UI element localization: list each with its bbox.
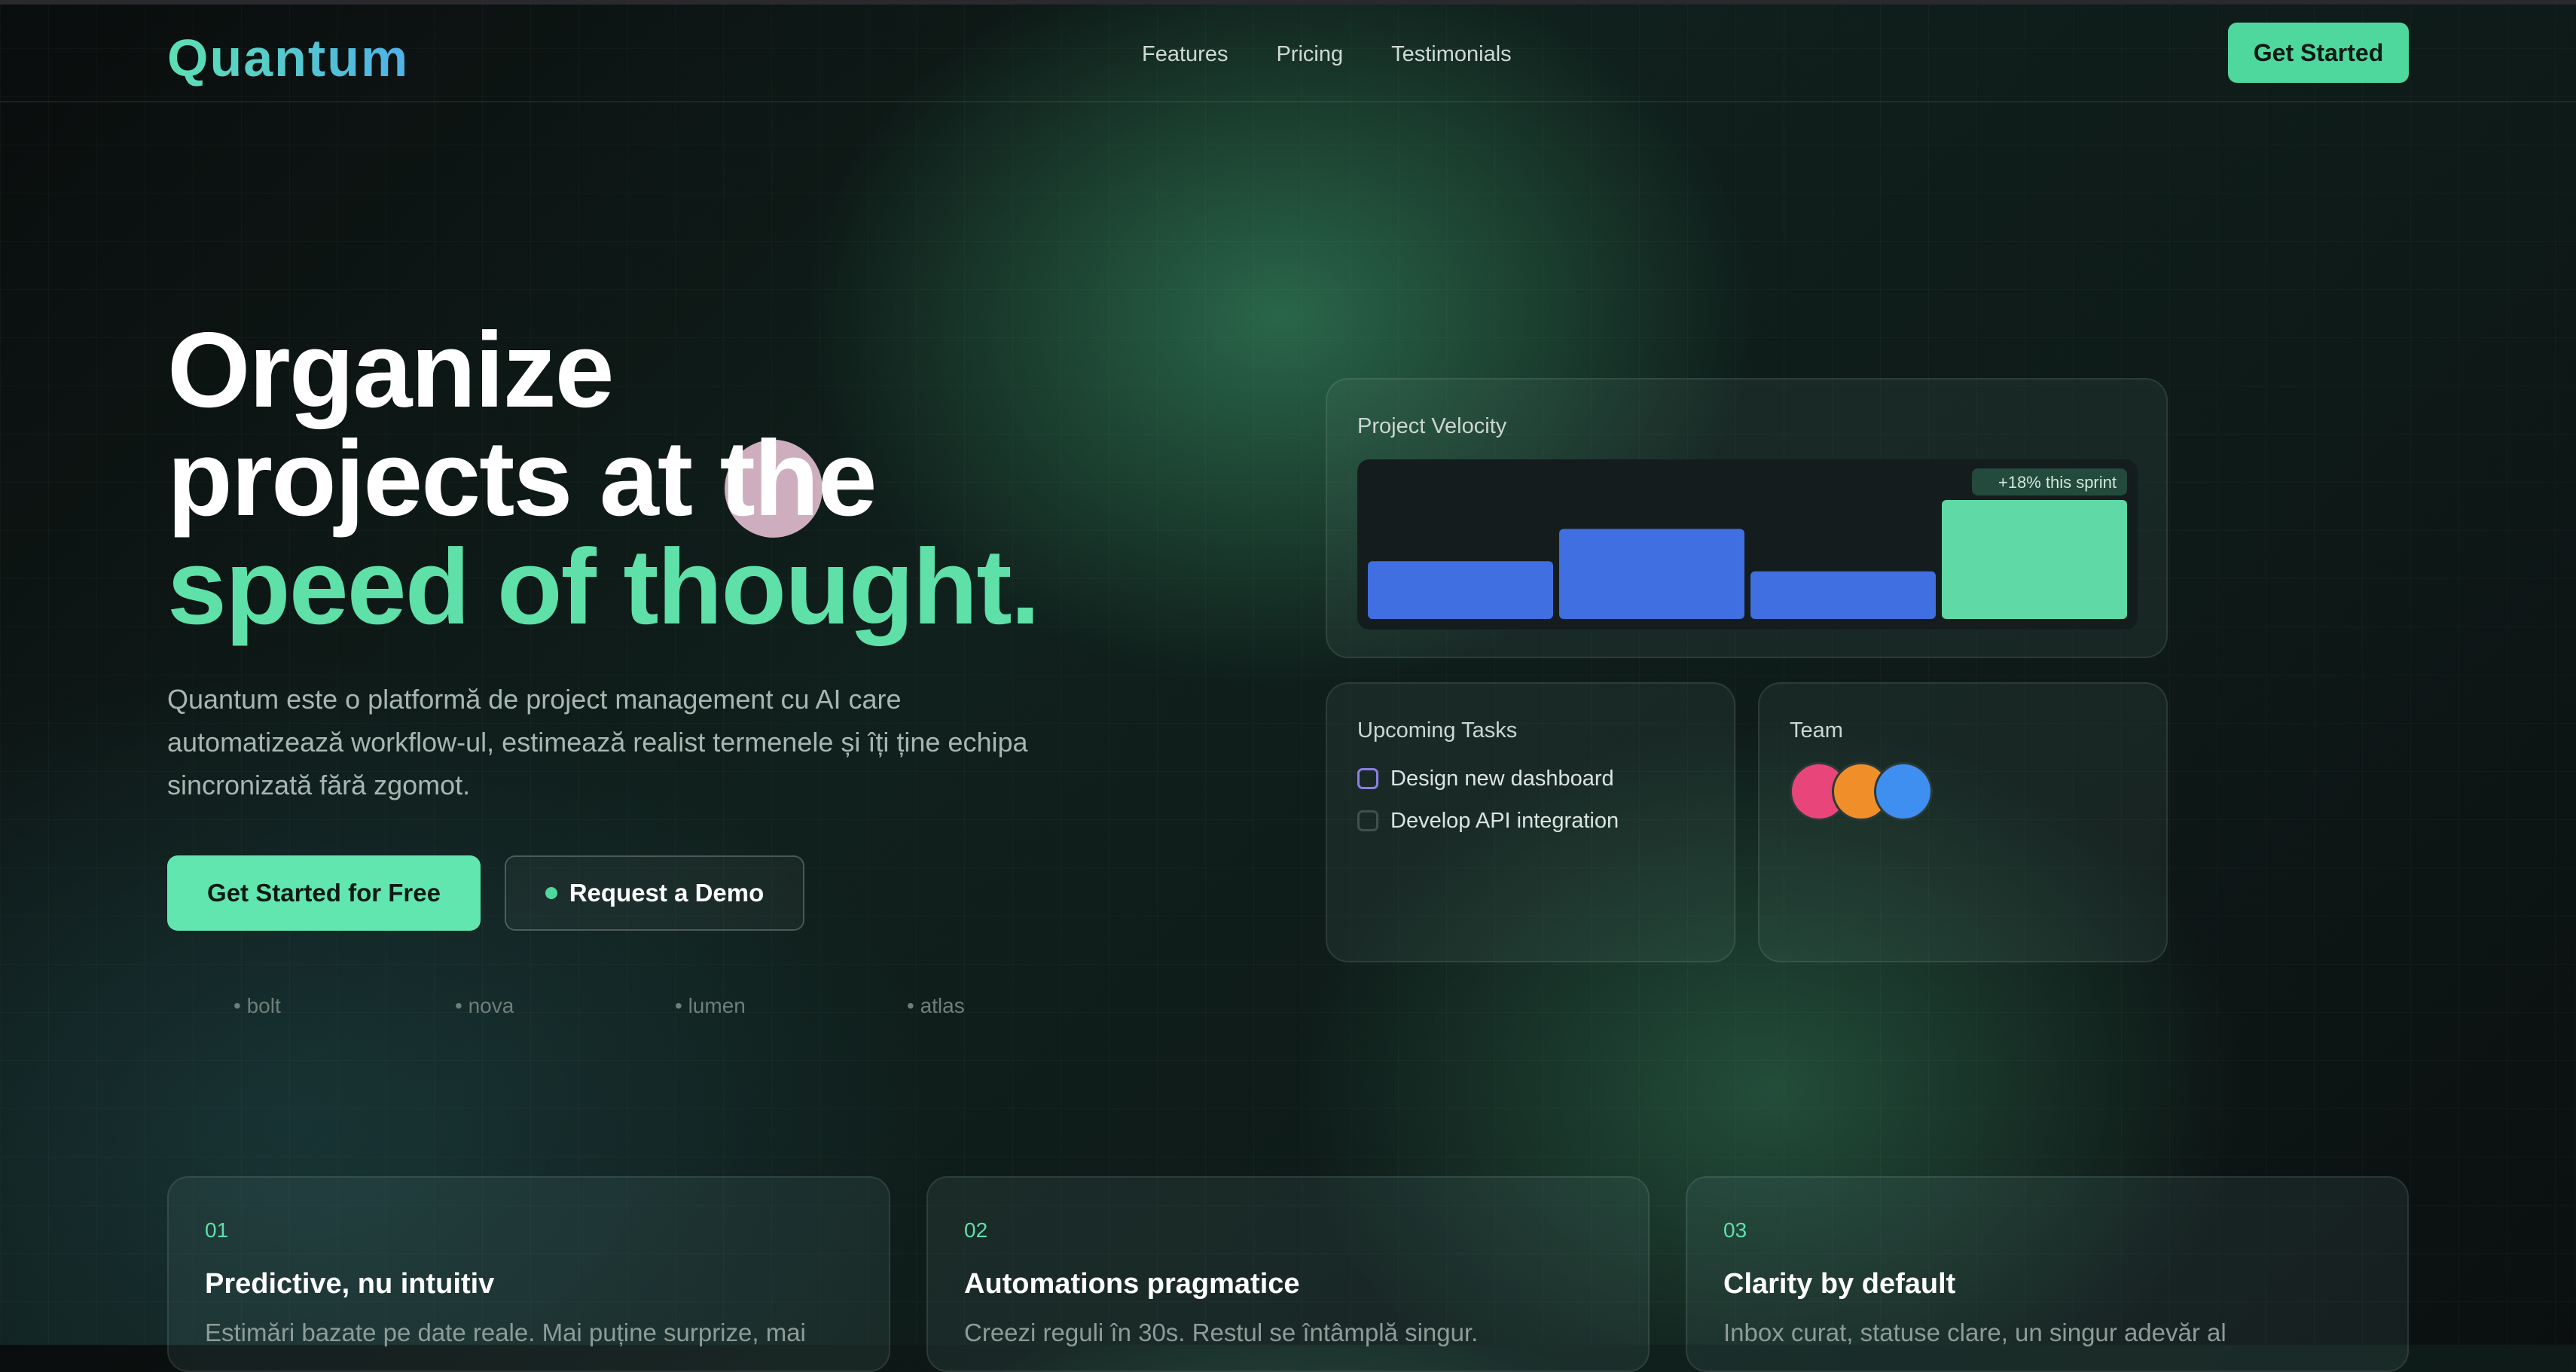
task-checkbox[interactable] — [1357, 810, 1378, 831]
task-label: Develop API integration — [1390, 809, 1619, 833]
background-grid — [0, 0, 2576, 1345]
nav-link-pricing[interactable]: Pricing — [1276, 39, 1343, 69]
status-dot-icon — [545, 887, 557, 899]
nav-links: Features Pricing Testimonials — [1142, 39, 1512, 69]
velocity-badge: +18% this sprint — [1998, 473, 2117, 492]
feature-title: Clarity by default — [1723, 1268, 1956, 1300]
feature-card: 01 Predictive, nu intuitiv Estimări baza… — [167, 1176, 890, 1372]
project-velocity-card: Project Velocity +18% this sprint — [1326, 378, 2168, 658]
client-logos: • bolt • nova • lumen • atlas — [0, 991, 1055, 1021]
client-logo-atlas: • atlas — [907, 994, 965, 1017]
tasks-card-label: Upcoming Tasks — [1357, 718, 1518, 742]
velocity-bar — [1750, 571, 1936, 619]
task-item[interactable]: Develop API integration — [1357, 806, 1619, 836]
feature-number: 03 — [1723, 1218, 1747, 1242]
feature-title: Automations pragmatice — [964, 1268, 1300, 1300]
top-navigation: Quantum Features Pricing Testimonials Ge… — [0, 5, 2576, 102]
task-item[interactable]: Design new dashboard — [1357, 764, 1614, 794]
velocity-bar — [1942, 500, 2127, 619]
get-started-button[interactable]: Get Started — [2228, 23, 2409, 83]
feature-number: 01 — [205, 1218, 229, 1242]
feature-number: 02 — [964, 1218, 988, 1242]
velocity-chart: +18% this sprint — [1357, 459, 2138, 630]
client-logo-lumen: • lumen — [675, 994, 746, 1017]
team-card-label: Team — [1790, 718, 1843, 742]
team-card: Team — [1758, 682, 2168, 962]
client-logo-nova: • nova — [455, 994, 514, 1017]
request-demo-label: Request a Demo — [569, 879, 765, 907]
request-demo-button[interactable]: Request a Demo — [505, 855, 804, 931]
task-label: Design new dashboard — [1390, 767, 1614, 791]
client-logo-bolt: • bolt — [233, 994, 281, 1017]
nav-link-features[interactable]: Features — [1142, 39, 1228, 69]
velocity-bar — [1559, 529, 1744, 619]
hero-title-line-2: projects at the — [167, 419, 877, 538]
hero-title-line-1: Organize — [167, 310, 615, 430]
avatar[interactable] — [1874, 762, 1933, 821]
velocity-chart-svg: +18% this sprint — [1368, 468, 2127, 619]
feature-card: 02 Automations pragmatice Creezi reguli … — [926, 1176, 1650, 1372]
nav-link-testimonials[interactable]: Testimonials — [1391, 39, 1512, 69]
feature-description: Inbox curat, statuse clare, un singur ad… — [1723, 1319, 2227, 1346]
hero-description: Quantum este o platformă de project mana… — [167, 684, 1028, 800]
task-checkbox[interactable] — [1357, 768, 1378, 789]
feature-description: Estimări bazate pe date reale. Mai puțin… — [205, 1319, 806, 1346]
feature-card: 03 Clarity by default Inbox curat, statu… — [1686, 1176, 2409, 1372]
hero-title: Organize projects at the speed of though… — [167, 310, 1040, 647]
hero-title-line-3: speed of thought. — [167, 527, 1040, 647]
upcoming-tasks-card: Upcoming Tasks Design new dashboard Deve… — [1326, 682, 1735, 962]
brand-logo[interactable]: Quantum — [167, 24, 409, 92]
velocity-card-label: Project Velocity — [1357, 414, 1507, 438]
velocity-bar — [1368, 561, 1553, 619]
feature-title: Predictive, nu intuitiv — [205, 1268, 495, 1300]
feature-description: Creezi reguli în 30s. Restul se întâmplă… — [964, 1319, 1479, 1346]
get-started-free-button[interactable]: Get Started for Free — [167, 855, 481, 931]
team-avatars — [1790, 762, 1940, 821]
